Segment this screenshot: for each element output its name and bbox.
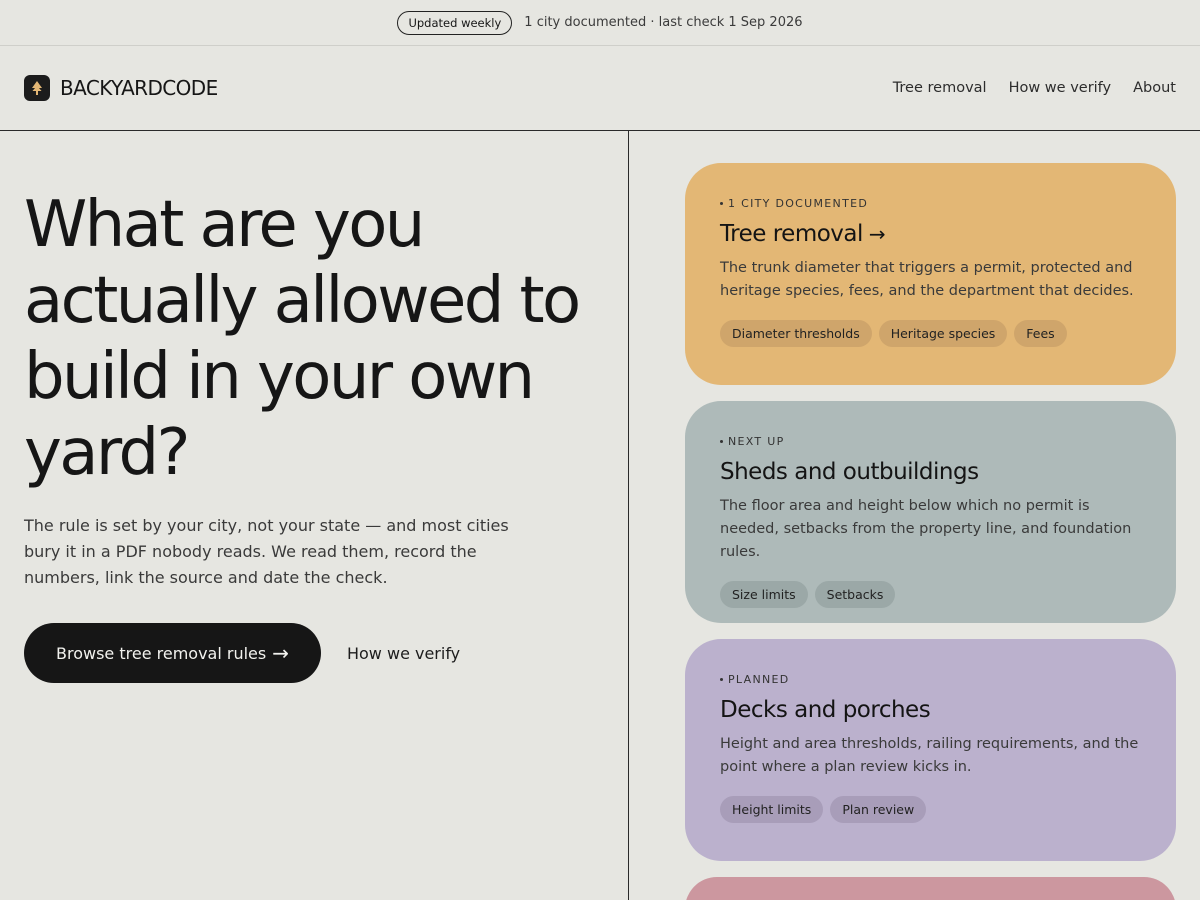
card-tags: Height limits Plan review — [720, 796, 1141, 823]
arrow-right-icon: → — [272, 641, 289, 665]
topic-card-partial — [685, 877, 1176, 900]
card-title: Sheds and outbuildings — [720, 459, 1141, 485]
announcement-bar: Updated weekly 1 city documented · last … — [0, 0, 1200, 46]
brand-name: BACKYARDCODE — [60, 76, 218, 100]
card-title-text: Sheds and outbuildings — [720, 459, 979, 485]
tag: Size limits — [720, 581, 808, 608]
card-status: NEXT UP — [720, 435, 1141, 448]
main-content: What are you actually allowed to build i… — [0, 131, 1200, 900]
topic-card-sheds: NEXT UP Sheds and outbuildings The floor… — [685, 401, 1176, 623]
status-label: PLANNED — [728, 673, 790, 686]
card-description: The trunk diameter that triggers a permi… — [720, 260, 1134, 299]
card-tags: Size limits Setbacks — [720, 581, 1141, 608]
tag: Fees — [1014, 320, 1067, 347]
site-header: BACKYARDCODE Tree removal How we verify … — [0, 46, 1200, 131]
card-title-text: Tree removal — [720, 221, 863, 247]
tag: Plan review — [830, 796, 927, 823]
how-we-verify-link[interactable]: How we verify — [347, 644, 460, 663]
status-label: 1 CITY DOCUMENTED — [728, 197, 869, 210]
card-status: 1 CITY DOCUMENTED — [720, 197, 1141, 210]
status-label: NEXT UP — [728, 435, 785, 448]
topic-cards: 1 CITY DOCUMENTED Tree removal → The tru… — [629, 131, 1200, 900]
nav-how-we-verify[interactable]: How we verify — [1009, 80, 1112, 96]
card-title-text: Decks and porches — [720, 697, 931, 723]
hero-description: The rule is set by your city, not your s… — [24, 516, 509, 587]
arrow-right-icon: → — [868, 222, 886, 246]
hero-section: What are you actually allowed to build i… — [0, 131, 629, 900]
status-dot-icon — [720, 678, 723, 681]
main-nav: Tree removal How we verify About — [893, 80, 1176, 96]
card-tags: Diameter thresholds Heritage species Fee… — [720, 320, 1141, 347]
topic-card-decks: PLANNED Decks and porches Height and are… — [685, 639, 1176, 861]
card-status: PLANNED — [720, 673, 1141, 686]
card-title: Tree removal → — [720, 221, 1141, 247]
card-title: Decks and porches — [720, 697, 1141, 723]
tag: Heritage species — [878, 320, 1008, 347]
browse-tree-removal-button[interactable]: Browse tree removal rules → — [24, 623, 321, 683]
tag: Height limits — [720, 796, 824, 823]
tree-icon — [24, 75, 50, 101]
tag: Setbacks — [814, 581, 896, 608]
card-description: Height and area thresholds, railing requ… — [720, 736, 1139, 775]
hero-title: What are you actually allowed to build i… — [24, 188, 581, 490]
browse-button-label: Browse tree removal rules — [56, 643, 267, 663]
topic-card-tree-removal[interactable]: 1 CITY DOCUMENTED Tree removal → The tru… — [685, 163, 1176, 385]
status-dot-icon — [720, 440, 723, 443]
brand-link[interactable]: BACKYARDCODE — [24, 75, 218, 101]
nav-tree-removal[interactable]: Tree removal — [893, 80, 987, 96]
updated-badge: Updated weekly — [397, 10, 513, 35]
coverage-status: 1 city documented · last check 1 Sep 202… — [524, 15, 803, 30]
tag: Diameter thresholds — [720, 320, 872, 347]
cta-row: Browse tree removal rules → How we verif… — [24, 623, 604, 683]
nav-about[interactable]: About — [1133, 80, 1176, 96]
status-dot-icon — [720, 202, 723, 205]
card-description: The floor area and height below which no… — [720, 498, 1132, 560]
